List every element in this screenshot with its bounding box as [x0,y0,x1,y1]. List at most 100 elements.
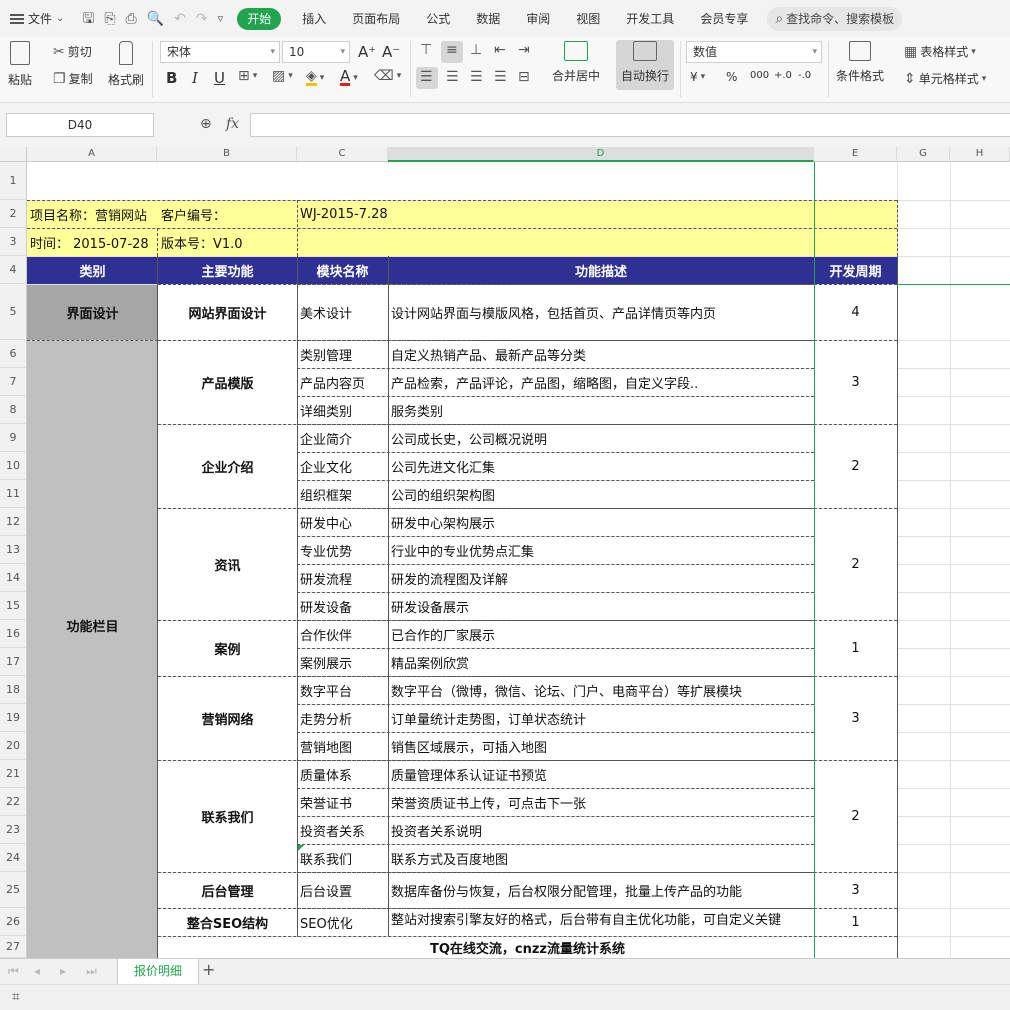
first-sheet-icon[interactable]: ⏮ [8,964,19,978]
tab-member[interactable]: 会员专享 [687,8,761,30]
col-header-e[interactable]: E [814,147,897,162]
period-cell[interactable]: 3 [814,677,897,760]
module-desc-cell[interactable]: 自定义热销产品、最新产品等分类 [388,341,814,368]
tab-view[interactable]: 视图 [563,8,613,30]
row-header-20[interactable]: 20 [0,732,27,760]
merge-center-button[interactable]: 合并居中 [552,41,600,84]
shrink-font-button[interactable]: A⁻ [382,43,400,61]
row-header-19[interactable]: 19 [0,704,27,732]
module-name-cell[interactable]: 合作伙伴 [297,621,388,648]
conditional-format-button[interactable]: 条件格式 [836,41,884,84]
tab-home[interactable]: 开始 [237,7,282,30]
module-name-cell[interactable]: 研发流程 [297,565,388,592]
module-desc-cell[interactable]: 行业中的专业优势点汇集 [388,537,814,564]
module-name-cell[interactable]: SEO优化 [297,909,388,936]
main-function-cell[interactable]: 企业介绍 [158,425,297,508]
main-function-cell[interactable]: 营销网络 [158,677,297,760]
row-header-1[interactable]: 1 [0,162,27,200]
info-blank-cell[interactable] [814,201,897,228]
period-cell[interactable]: 1 [814,621,897,676]
row-header-5[interactable]: 5 [0,284,27,340]
row-header-6[interactable]: 6 [0,340,27,368]
main-function-cell[interactable]: 网站界面设计 [158,285,297,340]
tab-review[interactable]: 审阅 [513,8,563,30]
module-name-cell[interactable]: 详细类别 [297,397,388,424]
period-cell[interactable]: 3 [814,341,897,424]
tab-formulas[interactable]: 公式 [413,8,463,30]
increase-decimal-button[interactable]: +.0 [774,70,792,81]
export-icon[interactable]: ⎘ [104,12,115,26]
row-header-23[interactable]: 23 [0,816,27,844]
period-cell[interactable]: 4 [814,285,897,340]
period-cell[interactable]: 2 [814,761,897,872]
module-desc-cell[interactable]: 数字平台（微博，微信、论坛、门户、电商平台）等扩展模块 [388,677,814,704]
module-desc-cell[interactable]: 销售区域展示，可插入地图 [388,733,814,760]
period-cell[interactable]: 2 [814,425,897,508]
module-desc-cell[interactable]: 公司的组织架构图 [388,481,814,508]
module-desc-cell[interactable]: 研发中心架构展示 [388,509,814,536]
module-desc-cell[interactable]: 质量管理体系认证证书预览 [388,761,814,788]
row-header-7[interactable]: 7 [0,368,27,396]
row-header-21[interactable]: 21 [0,760,27,788]
client-code-label-cell[interactable]: 客户编号： [158,201,297,228]
underline-button[interactable]: U [214,69,225,87]
module-name-cell[interactable]: 企业文化 [297,453,388,480]
italic-button[interactable]: I [192,69,198,87]
module-name-cell[interactable]: 投资者关系 [297,817,388,844]
format-painter-button[interactable]: 格式刷 [108,41,144,88]
row-header-22[interactable]: 22 [0,788,27,816]
decrease-decimal-button[interactable]: -.0 [798,70,811,81]
sheet-tab-quote[interactable]: 报价明细 [117,959,199,984]
last-sheet-icon[interactable]: ⏭ [86,964,97,978]
module-name-cell[interactable]: 类别管理 [297,341,388,368]
undo-icon[interactable]: ↶ [174,12,186,26]
module-desc-cell[interactable]: 联系方式及百度地图 [388,845,814,872]
module-name-cell[interactable]: 走势分析 [297,705,388,732]
module-name-cell[interactable]: 组织框架 [297,481,388,508]
macro-icon[interactable]: ⌗ [12,990,20,1004]
module-name-cell[interactable]: 产品内容页 [297,369,388,396]
category-function-cell[interactable]: 功能栏目 [27,341,158,958]
table-style-button[interactable]: ▦ 表格样式 ▾ [904,43,976,60]
row-header-2[interactable]: 2 [0,200,27,228]
align-top-button[interactable]: ⊤ [420,43,432,57]
main-function-cell[interactable]: 联系我们 [158,761,297,872]
header-category[interactable]: 类别 [27,257,158,284]
formula-input[interactable] [250,113,1010,137]
indent-decrease-button[interactable]: ⇤ [494,43,506,57]
period-cell[interactable]: 2 [814,509,897,620]
add-sheet-icon[interactable]: + [202,962,215,978]
row-header-17[interactable]: 17 [0,648,27,676]
row-header-10[interactable]: 10 [0,452,27,480]
module-name-cell[interactable]: 美术设计 [297,285,388,340]
version-cell[interactable]: 版本号：V1.0 [158,229,297,256]
align-bottom-button[interactable]: ⊥ [470,43,482,57]
module-name-cell[interactable]: 后台设置 [297,873,388,908]
module-name-cell[interactable]: 研发中心 [297,509,388,536]
indent-increase-button[interactable]: ⇥ [518,43,530,57]
row-header-15[interactable]: 15 [0,592,27,620]
module-desc-cell[interactable]: 精品案例欣赏 [388,649,814,676]
main-function-cell[interactable]: 产品模版 [158,341,297,424]
wrap-text-button[interactable]: 自动换行 [621,41,669,84]
row-header-27[interactable]: 27 [0,936,27,958]
align-middle-button[interactable]: ≡ [446,43,458,57]
row-header-4[interactable]: 4 [0,256,27,284]
module-desc-cell[interactable]: 投资者关系说明 [388,817,814,844]
module-desc-cell[interactable]: 设计网站界面与模版风格，包括首页、产品详情页等内页 [388,285,814,340]
header-main-function[interactable]: 主要功能 [158,257,297,284]
fill-pattern-button[interactable]: ▨ ▾ [272,69,293,83]
copy-button[interactable]: ❐ 复制 [53,70,93,87]
number-format-select[interactable]: 数值 [686,41,822,63]
header-period[interactable]: 开发周期 [814,257,897,284]
row-header-26[interactable]: 26 [0,908,27,936]
row-header-3[interactable]: 3 [0,228,27,256]
more-icon[interactable]: ▿ [218,12,224,26]
row-header-18[interactable]: 18 [0,676,27,704]
font-size-select[interactable]: 10 [282,41,350,63]
module-name-cell[interactable]: 质量体系 [297,761,388,788]
module-name-cell[interactable]: 营销地图 [297,733,388,760]
module-desc-cell[interactable]: 服务类别 [388,397,814,424]
font-name-select[interactable]: 宋体 [160,41,280,63]
main-function-cell[interactable]: 案例 [158,621,297,676]
